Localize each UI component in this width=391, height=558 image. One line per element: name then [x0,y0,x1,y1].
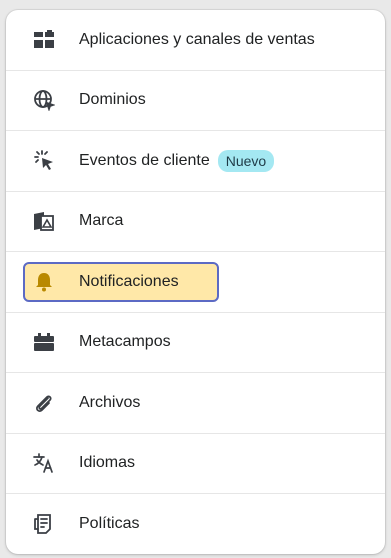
globe-icon [33,89,55,112]
menu-item-label: Metacampos [79,333,171,351]
menu-item-label: Eventos de cliente [79,151,210,169]
menu-item-label: Archivos [79,393,141,411]
menu-item-metafields[interactable]: Metacampos [6,313,385,373]
menu-item-label: Marca [79,212,124,230]
menu-item-policies[interactable]: Políticas [6,494,385,554]
menu-item-languages[interactable]: Idiomas [6,434,385,494]
menu-item-label: Políticas [79,515,140,533]
menu-item-label: Aplicaciones y canales de ventas [79,30,315,48]
policy-document-icon [33,513,55,535]
menu-item-label: Dominios [79,91,146,109]
menu-item-files[interactable]: Archivos [6,373,385,434]
metafields-icon [33,331,55,353]
menu-item-domains[interactable]: Dominios [6,71,385,131]
paperclip-icon [33,392,55,414]
new-badge: Nuevo [217,149,275,172]
menu-item-notifications[interactable]: Notificaciones [6,252,385,313]
cursor-click-icon [33,149,55,172]
menu-item-label: Idiomas [79,454,136,472]
menu-item-apps[interactable]: Aplicaciones y canales de ventas [6,10,385,71]
menu-item-customer-events[interactable]: Eventos de cliente Nuevo [6,131,385,192]
settings-menu: Aplicaciones y canales de ventas Dominio… [6,10,385,554]
bell-icon [33,271,55,293]
translate-icon [33,452,55,474]
settings-menu-panel: Aplicaciones y canales de ventas Dominio… [6,10,385,554]
brand-image-icon [33,210,55,232]
menu-item-label: Notificaciones [79,272,179,290]
menu-item-brand[interactable]: Marca [6,192,385,252]
apps-icon [33,29,55,51]
